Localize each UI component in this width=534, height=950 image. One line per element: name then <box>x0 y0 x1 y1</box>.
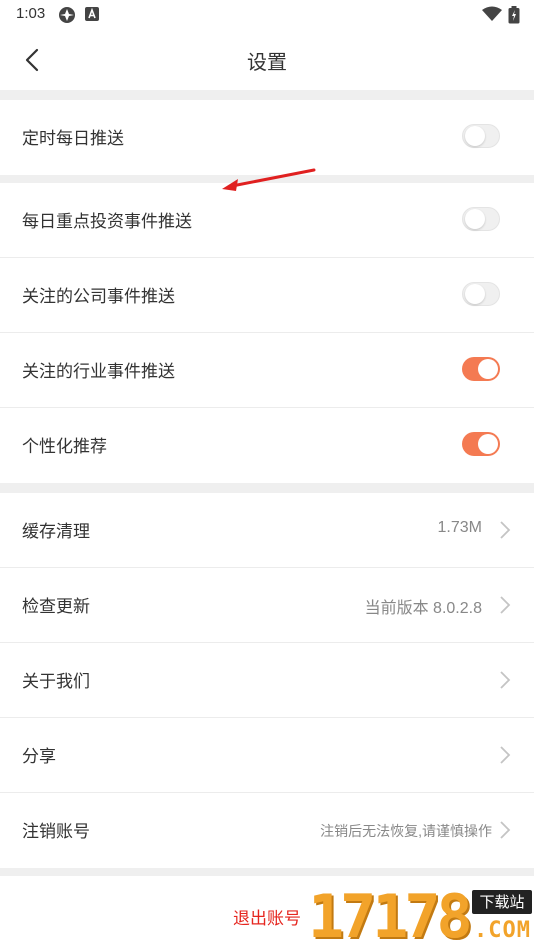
industry-events-push-toggle[interactable] <box>462 357 500 381</box>
status-time: 1:03 <box>16 5 46 22</box>
cache-size-value: 1.73M <box>437 519 482 536</box>
settings-row-about-us[interactable]: 关于我们 <box>0 643 534 718</box>
settings-row-daily-investment-push[interactable]: 每日重点投资事件推送 <box>0 183 534 258</box>
timed-push-toggle[interactable] <box>462 124 500 148</box>
chevron-right-icon <box>500 821 511 839</box>
chevron-right-icon <box>500 596 511 614</box>
watermark-logo: 17178 下载站 .COM <box>308 884 534 950</box>
watermark-digits: 17178 <box>308 882 473 950</box>
android-a-icon <box>84 6 100 26</box>
annotation-arrow-icon <box>222 168 316 191</box>
chevron-right-icon <box>500 521 511 539</box>
watermark-tag: 下载站 <box>472 890 532 914</box>
toggle-knob <box>465 126 485 146</box>
row-label: 每日重点投资事件推送 <box>22 212 192 232</box>
daily-investment-push-toggle[interactable] <box>462 207 500 231</box>
row-label: 缓存清理 <box>22 522 90 542</box>
settings-row-share[interactable]: 分享 <box>0 718 534 793</box>
section-divider <box>0 90 534 100</box>
battery-icon <box>508 6 520 28</box>
status-bar: 1:03 <box>0 0 534 28</box>
company-events-push-toggle[interactable] <box>462 282 500 306</box>
section-divider <box>0 483 534 493</box>
nav-bar: 设置 <box>0 28 534 90</box>
version-value: 当前版本 8.0.2.8 <box>364 600 482 617</box>
row-label: 分享 <box>22 747 56 767</box>
app-icon <box>58 6 76 28</box>
row-label: 个性化推荐 <box>22 437 107 457</box>
settings-row-check-update[interactable]: 检查更新 当前版本 8.0.2.8 <box>0 568 534 643</box>
wifi-icon <box>482 6 502 26</box>
row-label: 关于我们 <box>22 672 90 692</box>
row-label: 关注的行业事件推送 <box>22 362 175 382</box>
section-divider <box>0 868 534 876</box>
settings-row-company-events-push[interactable]: 关注的公司事件推送 <box>0 258 534 333</box>
row-label: 关注的公司事件推送 <box>22 287 175 307</box>
toggle-knob <box>465 284 485 304</box>
toggle-knob <box>478 434 498 454</box>
deactivate-warning: 注销后无法恢复,请谨慎操作 <box>320 823 492 839</box>
settings-row-clear-cache[interactable]: 缓存清理 1.73M <box>0 493 534 568</box>
chevron-right-icon <box>500 746 511 764</box>
settings-row-personalized-recommend[interactable]: 个性化推荐 <box>0 408 534 483</box>
page-title: 设置 <box>247 50 287 74</box>
settings-row-deactivate-account[interactable]: 注销账号 注销后无法恢复,请谨慎操作 <box>0 793 534 868</box>
watermark-suffix: .COM <box>474 918 531 943</box>
personalized-recommend-toggle[interactable] <box>462 432 500 456</box>
row-label: 注销账号 <box>22 822 90 842</box>
toggle-knob <box>478 359 498 379</box>
chevron-right-icon <box>500 671 511 689</box>
row-label: 定时每日推送 <box>22 129 124 149</box>
row-label: 检查更新 <box>22 597 90 617</box>
settings-row-industry-events-push[interactable]: 关注的行业事件推送 <box>0 333 534 408</box>
toggle-knob <box>465 209 485 229</box>
